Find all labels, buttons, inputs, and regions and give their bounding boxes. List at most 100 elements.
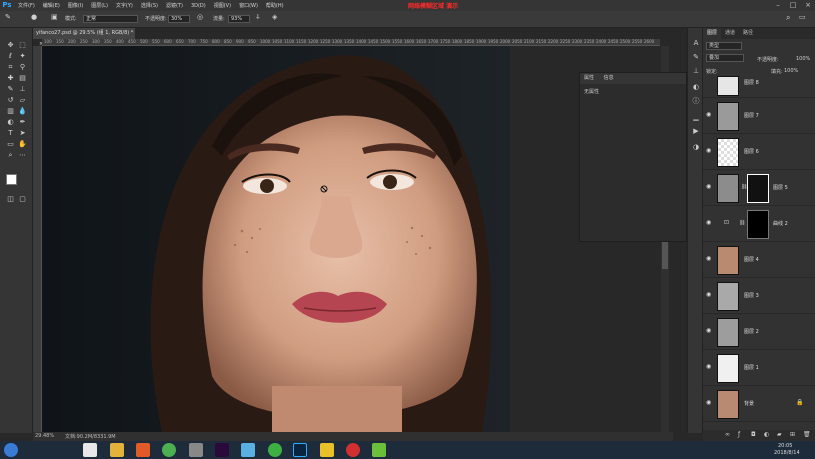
menu-window[interactable]: 窗口(W) (235, 2, 262, 9)
add-mask-icon[interactable]: ◘ (751, 431, 756, 438)
menu-select[interactable]: 选择(S) (137, 2, 162, 9)
visibility-eye-icon[interactable]: ◉ (706, 183, 711, 190)
airbrush-icon[interactable]: ↆ (256, 13, 260, 22)
info-icon[interactable]: ⓘ (691, 96, 701, 106)
mode-select[interactable]: 正常 (83, 15, 138, 23)
clone-source-icon[interactable]: ⊥ (691, 66, 701, 76)
visibility-eye-icon[interactable]: ◉ (706, 363, 711, 370)
portrait-photo[interactable] (42, 46, 510, 432)
taskbar-app2-icon[interactable] (241, 443, 255, 457)
minimize-icon[interactable]: – (771, 0, 785, 11)
delete-layer-icon[interactable]: 🗑 (803, 431, 811, 438)
opacity-input[interactable]: 30% (168, 15, 190, 23)
tab-channels[interactable]: 通道 (721, 28, 739, 39)
layer-row[interactable]: ◉ 图层 2 (703, 314, 815, 350)
pressure-size-icon[interactable]: ◈ (272, 13, 277, 21)
character-icon[interactable]: A (691, 38, 701, 48)
document-tab[interactable]: yifanco27.psd @ 29.5% (组 1, RGB/8) * × (33, 28, 135, 47)
magic-wand-icon[interactable]: ✦ (17, 51, 28, 61)
layer-mask-thumbnail[interactable] (747, 210, 769, 239)
visibility-eye-icon[interactable]: ◉ (706, 111, 711, 118)
layer-mask-thumbnail[interactable] (747, 174, 769, 203)
menu-file[interactable]: 文件(F) (14, 2, 39, 9)
workspace-icon[interactable]: ▭ (799, 13, 806, 21)
taskbar-app5-icon[interactable] (346, 443, 360, 457)
new-adjustment-icon[interactable]: ◐ (764, 431, 769, 438)
healing-brush-icon[interactable]: ✚ (5, 73, 16, 83)
color-icon[interactable]: ◑ (691, 142, 701, 152)
visibility-eye-icon[interactable]: ◉ (706, 255, 711, 262)
tab-layers[interactable]: 图层 (703, 28, 722, 39)
path-select-icon[interactable]: ➤ (17, 128, 28, 138)
hand-tool-icon[interactable]: ✋ (17, 139, 28, 149)
blend-mode-select[interactable]: 叠加 (706, 54, 744, 62)
visibility-eye-icon[interactable]: ◉ (706, 147, 711, 154)
taskbar-explorer-icon[interactable] (110, 443, 124, 457)
tab-paths[interactable]: 路径 (739, 28, 757, 39)
crop-tool-icon[interactable]: ⌗ (5, 62, 16, 72)
screen-mode-icon[interactable]: ▢ (17, 194, 28, 204)
eyedropper-icon[interactable]: ⚲ (17, 62, 28, 72)
type-tool-icon[interactable]: T (5, 128, 16, 138)
layer-style-icon[interactable]: ƒ (738, 431, 740, 438)
layer-row[interactable]: ◉ 图层 7 (703, 98, 815, 134)
menu-filter[interactable]: 滤镜(T) (162, 2, 187, 9)
taskbar-app4-icon[interactable] (320, 443, 334, 457)
chain-link-icon[interactable]: ⛓ (739, 220, 745, 226)
brush-tool-icon[interactable]: ✎ (5, 84, 16, 94)
foreground-color-swatch[interactable] (6, 174, 17, 185)
gradient-icon[interactable]: ▥ (5, 106, 16, 116)
menu-layer[interactable]: 图层(L) (87, 2, 112, 9)
flow-input[interactable]: 93% (228, 15, 250, 23)
visibility-eye-icon[interactable]: ◉ (706, 327, 711, 334)
adjustments-icon[interactable]: ◐ (691, 82, 701, 92)
canvas-area[interactable] (42, 46, 660, 432)
taskbar-photoshop-icon[interactable] (293, 443, 307, 457)
search-icon[interactable]: ⌕ (786, 13, 790, 23)
close-icon[interactable]: × (801, 0, 815, 11)
menu-view[interactable]: 视图(V) (210, 2, 235, 9)
histogram-icon[interactable]: ▁ (691, 112, 701, 122)
visibility-eye-icon[interactable]: ◉ (706, 219, 711, 226)
maximize-icon[interactable]: □ (786, 0, 800, 11)
more-tools-icon[interactable]: ⋯ (17, 150, 28, 160)
brush-icon[interactable]: ✎ (5, 13, 11, 21)
brush-panel-icon[interactable]: ▣ (51, 13, 58, 21)
pen-tool-icon[interactable]: ✒ (17, 117, 28, 127)
visibility-eye-icon[interactable]: ◉ (706, 399, 711, 406)
zoom-level[interactable]: 29.48% (35, 433, 54, 439)
brush-settings-icon[interactable]: ✎ (691, 52, 701, 62)
layer-row[interactable]: ◉ 图层 4 (703, 242, 815, 278)
taskbar-app-icon[interactable] (189, 443, 203, 457)
history-brush-icon[interactable]: ↺ (5, 95, 16, 105)
layer-row[interactable]: ◉ ⊡ ⛓ 曲线 2 (703, 206, 815, 242)
marquee-tool-icon[interactable]: ⬚ (17, 40, 28, 50)
visibility-eye-icon[interactable]: ◉ (706, 291, 711, 298)
shape-tool-icon[interactable]: ▭ (5, 139, 16, 149)
layer-row[interactable]: ◉ 图层 1 (703, 350, 815, 386)
taskbar-player-icon[interactable] (136, 443, 150, 457)
layer-opacity-value[interactable]: 100% (796, 56, 810, 62)
new-layer-icon[interactable]: ⊞ (790, 431, 795, 438)
patch-tool-icon[interactable]: ▤ (17, 73, 28, 83)
pressure-opacity-icon[interactable]: ◎ (197, 13, 203, 21)
scroll-thumb[interactable] (662, 241, 668, 269)
taskbar-app3-icon[interactable] (268, 443, 282, 457)
layer-row[interactable]: ◉ ⛓ 图层 5 (703, 170, 815, 206)
lasso-tool-icon[interactable]: ℓ (5, 51, 16, 61)
new-group-icon[interactable]: ▰ (777, 431, 782, 438)
brush-preset-icon[interactable]: ● (31, 13, 37, 21)
taskbar-premiere-icon[interactable] (215, 443, 229, 457)
layer-row[interactable]: 图层 8 (703, 74, 815, 98)
move-tool-icon[interactable]: ✥ (5, 40, 16, 50)
taskbar-notepad-icon[interactable] (83, 443, 97, 457)
menu-3d[interactable]: 3D(D) (187, 3, 210, 9)
layer-row[interactable]: ◉ 背景 🔒 (703, 386, 815, 422)
menu-help[interactable]: 帮助(H) (262, 2, 288, 9)
layer-row[interactable]: ◉ 图层 3 (703, 278, 815, 314)
start-button-icon[interactable] (4, 443, 18, 457)
dodge-tool-icon[interactable]: ◐ (5, 117, 16, 127)
info-tab[interactable]: 信息 (604, 75, 614, 81)
clone-stamp-icon[interactable]: ⊥ (17, 84, 28, 94)
taskbar-app6-icon[interactable] (372, 443, 386, 457)
